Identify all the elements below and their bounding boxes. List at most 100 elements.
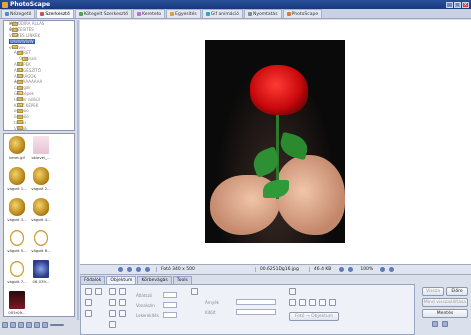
tree-item-label: KÉSZ KÉPEK xyxy=(14,102,39,108)
tree-item-label: AAAAAAAAAA xyxy=(14,79,43,85)
text-icon[interactable] xyxy=(95,288,102,295)
align-right-icon[interactable] xyxy=(309,299,316,306)
maximize-button[interactable]: □ xyxy=(454,1,461,8)
transparency-input[interactable] xyxy=(163,292,177,298)
tree-item-label: WWWWWW xyxy=(9,38,35,44)
object-tool-panel: Átlátszó Vonalszín Lekerekítés Árnyék Ki… xyxy=(80,284,415,335)
tree-item-label: A VIRÁGOK xyxy=(14,73,37,79)
tool-tabs: Fődalok Objektum Körbevágás Tools xyxy=(80,275,193,284)
zoom-level[interactable]: 100% xyxy=(357,267,376,272)
tree-item-label: A KEGÉSZÍTŐ xyxy=(14,67,41,73)
image-canvas[interactable] xyxy=(80,20,471,264)
minimize-button[interactable]: _ xyxy=(446,1,453,8)
rounded-rect-icon[interactable] xyxy=(119,299,126,306)
redo-button[interactable]: Előre xyxy=(446,287,468,296)
rotate-right-icon[interactable] xyxy=(26,322,32,328)
photo-to-object-button[interactable]: Fotó → Objektum xyxy=(289,312,339,321)
close-button[interactable]: × xyxy=(462,1,469,8)
thumbnail-label: keret.gif xyxy=(9,155,25,160)
shadow-color-select[interactable] xyxy=(236,299,276,305)
line-icon[interactable] xyxy=(109,288,116,295)
fullscreen-icon[interactable] xyxy=(389,267,395,272)
tool-tab-3[interactable]: Tools xyxy=(172,276,192,284)
photo-hand-right xyxy=(275,155,345,235)
zoom-out-icon[interactable] xyxy=(339,267,345,272)
undo-all-button[interactable]: Mind visszaállítása xyxy=(422,298,468,307)
thumbnail[interactable]: oklevel_... xyxy=(30,136,52,161)
tree-item[interactable]: Videók xyxy=(4,125,74,130)
line-color-label: Vonalszín xyxy=(136,303,155,308)
panel-splitter[interactable] xyxy=(77,20,79,320)
save-button[interactable]: Mentés xyxy=(422,309,468,318)
rotate-left-icon[interactable] xyxy=(18,322,24,328)
star-icon[interactable] xyxy=(109,321,116,328)
tab-4[interactable]: Egyesítés xyxy=(166,9,201,18)
bring-front-icon[interactable] xyxy=(319,299,326,306)
flip-icon[interactable] xyxy=(136,267,141,272)
rectangle-icon[interactable] xyxy=(109,299,116,306)
rotate-left-icon[interactable] xyxy=(118,267,123,272)
line-color-input[interactable] xyxy=(163,302,177,308)
photo-insert-icon[interactable] xyxy=(85,288,92,295)
select-cursor-icon[interactable] xyxy=(289,288,296,295)
folder-tree[interactable]: +MENÜDÍRA ÁLLÁS+ÖSSZESITÉSVEGYES LINKEK+… xyxy=(3,20,75,131)
tree-item-label: callagok xyxy=(14,85,31,91)
tab-7[interactable]: PhotoScape xyxy=(282,9,323,18)
tree-item-label: ÖSSZESITÉS xyxy=(9,27,34,33)
arrow-icon[interactable] xyxy=(119,288,126,295)
rounding-input[interactable] xyxy=(163,312,177,318)
tab-0[interactable]: Nézegető xyxy=(1,9,36,18)
undo-button[interactable]: Vissza xyxy=(422,287,444,296)
thumbnail[interactable]: vágott 1... xyxy=(6,167,28,192)
thumbnail-label: vágott 5... xyxy=(7,248,27,253)
thumbnail[interactable]: vágott 5... xyxy=(6,229,28,254)
folder-up-icon[interactable] xyxy=(10,322,16,328)
ellipse-icon[interactable] xyxy=(119,310,126,317)
tab-icon xyxy=(247,12,252,16)
send-back-icon[interactable] xyxy=(329,299,336,306)
align-left-icon[interactable] xyxy=(289,299,296,306)
zoom-in-icon[interactable] xyxy=(380,267,386,272)
tab-icon xyxy=(286,12,291,16)
tool-tab-1[interactable]: Objektum xyxy=(106,276,137,284)
thumbnail[interactable]: vágott 4... xyxy=(30,198,52,223)
edited-photo[interactable] xyxy=(205,40,345,243)
tab-label: Kereteto xyxy=(142,11,162,17)
rounding-label: Lekerekítés xyxy=(136,313,159,318)
tab-3[interactable]: Kereteto xyxy=(133,9,166,18)
thumbnail[interactable]: vágott 2... xyxy=(30,167,52,192)
print-icon[interactable] xyxy=(442,321,448,327)
quote-icon[interactable] xyxy=(85,310,92,317)
rotate-right-icon[interactable] xyxy=(127,267,132,272)
view-mode-icon[interactable] xyxy=(2,322,8,328)
pen-icon[interactable] xyxy=(191,288,198,295)
thumbnail[interactable]: 08.039... xyxy=(30,260,52,285)
file-size: 46.4 KB xyxy=(308,267,336,272)
balloon-icon[interactable] xyxy=(85,299,92,306)
zoom-fit-icon[interactable] xyxy=(348,267,354,272)
tree-item-label: VEGYES LINKEK xyxy=(9,32,41,38)
tab-5[interactable]: Gif animáció xyxy=(201,9,243,18)
next-icon[interactable] xyxy=(42,322,48,328)
circle-icon[interactable] xyxy=(109,310,116,317)
tab-1[interactable]: Szerkesztő xyxy=(36,9,74,18)
thumbnail[interactable]: vágott 7... xyxy=(6,260,28,285)
print-icon[interactable] xyxy=(145,267,150,272)
thumbnail-grid[interactable]: keret.gif oklevel_... vágott 1... vágott 2.… xyxy=(3,133,75,317)
thumbnail[interactable]: keret.gif xyxy=(6,136,28,161)
thumbnail-size-slider[interactable] xyxy=(50,324,64,326)
tab-2[interactable]: Kötegelt Szerkesztő xyxy=(74,9,133,18)
left-panel-toolbar xyxy=(0,320,78,330)
menu-icon[interactable] xyxy=(432,321,438,327)
tool-tab-2[interactable]: Körbevágás xyxy=(137,276,172,284)
previous-icon[interactable] xyxy=(34,322,40,328)
status-bar: Fotó 340 x 500 00.6251Dg16.jpg 46.4 KB 1… xyxy=(80,264,471,275)
thumbnail[interactable]: vágott 3... xyxy=(6,198,28,223)
photo-size: Fotó 340 x 500 xyxy=(156,267,199,272)
fill-color-select[interactable] xyxy=(236,309,276,315)
thumbnail[interactable]: 005r09... xyxy=(6,291,28,316)
align-center-icon[interactable] xyxy=(299,299,306,306)
thumbnail[interactable]: vágott 6... xyxy=(30,229,52,254)
tab-6[interactable]: Nyomtatás xyxy=(243,9,282,18)
tool-tab-0[interactable]: Fődalok xyxy=(80,276,106,284)
